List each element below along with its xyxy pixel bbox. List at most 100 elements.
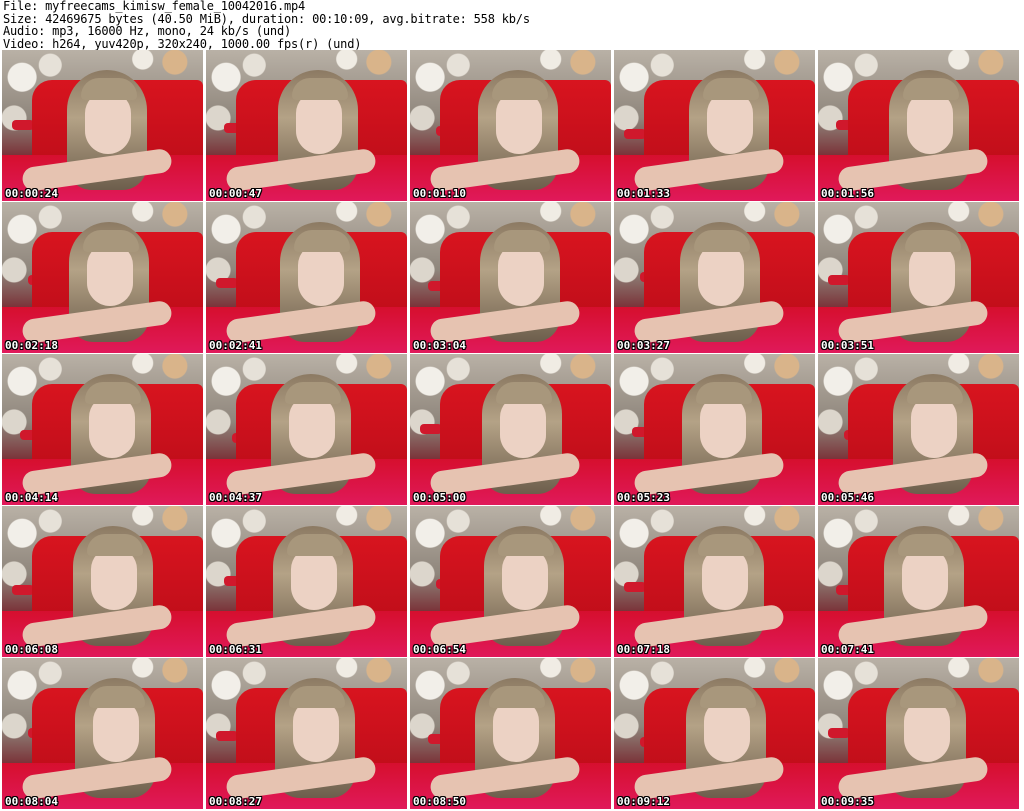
person-face <box>298 244 344 306</box>
file-info-header: File: myfreecams_kimisw_female_10042016.… <box>3 0 1021 50</box>
person-face <box>907 92 953 154</box>
person-bangs <box>83 230 139 252</box>
person-bangs <box>85 382 141 404</box>
video-frame-thumbnail: 00:04:14 <box>2 354 203 505</box>
video-frame-thumbnail: 00:06:54 <box>410 506 611 657</box>
person-face <box>496 92 542 154</box>
person-bangs <box>81 78 137 100</box>
person-face <box>909 244 955 306</box>
person-face <box>289 396 335 458</box>
frame-timestamp: 00:04:37 <box>209 491 262 504</box>
video-frame-thumbnail: 00:07:18 <box>614 506 815 657</box>
frame-timestamp: 00:00:24 <box>5 187 58 200</box>
red-bow-decoration <box>12 120 34 130</box>
video-frame-thumbnail: 00:03:04 <box>410 202 611 353</box>
frame-timestamp: 00:01:33 <box>617 187 670 200</box>
frame-timestamp: 00:08:50 <box>413 795 466 808</box>
person-bangs <box>907 382 963 404</box>
person-face <box>93 700 139 762</box>
frame-timestamp: 00:03:51 <box>821 339 874 352</box>
person-bangs <box>489 686 545 708</box>
video-frame-thumbnail: 00:06:08 <box>2 506 203 657</box>
frame-timestamp: 00:01:10 <box>413 187 466 200</box>
person-face <box>500 396 546 458</box>
frame-timestamp: 00:07:41 <box>821 643 874 656</box>
person-face <box>293 700 339 762</box>
frame-timestamp: 00:05:46 <box>821 491 874 504</box>
person-face <box>296 92 342 154</box>
frame-timestamp: 00:01:56 <box>821 187 874 200</box>
person-bangs <box>294 230 350 252</box>
person-bangs <box>89 686 145 708</box>
file-name-line: File: myfreecams_kimisw_female_10042016.… <box>3 0 306 13</box>
person-bangs <box>292 78 348 100</box>
person-bangs <box>696 382 752 404</box>
person-bangs <box>700 686 756 708</box>
red-bow-decoration <box>624 582 646 592</box>
video-frame-thumbnail: 00:09:35 <box>818 658 1019 809</box>
person-face <box>85 92 131 154</box>
video-frame-thumbnail: 00:05:46 <box>818 354 1019 505</box>
frame-timestamp: 00:06:54 <box>413 643 466 656</box>
audio-info-line: Audio: mp3, 16000 Hz, mono, 24 kb/s (und… <box>3 24 292 39</box>
video-frame-thumbnail: 00:06:31 <box>206 506 407 657</box>
red-bow-decoration <box>420 424 442 434</box>
frame-timestamp: 00:09:35 <box>821 795 874 808</box>
person-bangs <box>903 78 959 100</box>
video-frame-thumbnail: 00:07:41 <box>818 506 1019 657</box>
video-frame-thumbnail: 00:01:56 <box>818 50 1019 201</box>
video-frame-thumbnail: 00:02:41 <box>206 202 407 353</box>
person-bangs <box>492 78 548 100</box>
video-frame-thumbnail: 00:05:00 <box>410 354 611 505</box>
video-frame-thumbnail: 00:09:12 <box>614 658 815 809</box>
video-frame-thumbnail: 00:08:50 <box>410 658 611 809</box>
thumbnail-grid: 00:00:24 00:00:47 00:01:10 00:01:33 00:01:56… <box>0 50 1024 811</box>
video-frame-thumbnail: 00:02:18 <box>2 202 203 353</box>
person-face <box>91 548 137 610</box>
person-face <box>498 244 544 306</box>
video-frame-thumbnail: 00:04:37 <box>206 354 407 505</box>
person-bangs <box>498 534 554 556</box>
video-frame-thumbnail: 00:00:24 <box>2 50 203 201</box>
person-face <box>904 700 950 762</box>
video-frame-thumbnail: 00:01:10 <box>410 50 611 201</box>
frame-timestamp: 00:07:18 <box>617 643 670 656</box>
person-bangs <box>285 382 341 404</box>
frame-timestamp: 00:00:47 <box>209 187 262 200</box>
video-frame-thumbnail: 00:05:23 <box>614 354 815 505</box>
person-face <box>291 548 337 610</box>
person-bangs <box>287 534 343 556</box>
person-bangs <box>496 382 552 404</box>
person-bangs <box>494 230 550 252</box>
person-face <box>700 396 746 458</box>
frame-timestamp: 00:06:08 <box>5 643 58 656</box>
person-face <box>707 92 753 154</box>
video-frame-thumbnail: 00:03:51 <box>818 202 1019 353</box>
person-face <box>902 548 948 610</box>
video-frame-thumbnail: 00:08:04 <box>2 658 203 809</box>
person-face <box>502 548 548 610</box>
frame-timestamp: 00:03:04 <box>413 339 466 352</box>
frame-timestamp: 00:05:00 <box>413 491 466 504</box>
frame-timestamp: 00:08:04 <box>5 795 58 808</box>
person-bangs <box>698 534 754 556</box>
person-face <box>704 700 750 762</box>
person-bangs <box>905 230 961 252</box>
red-bow-decoration <box>216 731 238 741</box>
frame-timestamp: 00:04:14 <box>5 491 58 504</box>
person-face <box>698 244 744 306</box>
frame-timestamp: 00:05:23 <box>617 491 670 504</box>
person-face <box>702 548 748 610</box>
red-bow-decoration <box>828 728 850 738</box>
frame-timestamp: 00:09:12 <box>617 795 670 808</box>
person-face <box>911 396 957 458</box>
person-bangs <box>900 686 956 708</box>
person-bangs <box>289 686 345 708</box>
person-bangs <box>898 534 954 556</box>
person-bangs <box>87 534 143 556</box>
person-face <box>87 244 133 306</box>
frame-timestamp: 00:02:41 <box>209 339 262 352</box>
red-bow-decoration <box>828 275 850 285</box>
frame-timestamp: 00:08:27 <box>209 795 262 808</box>
video-frame-thumbnail: 00:08:27 <box>206 658 407 809</box>
